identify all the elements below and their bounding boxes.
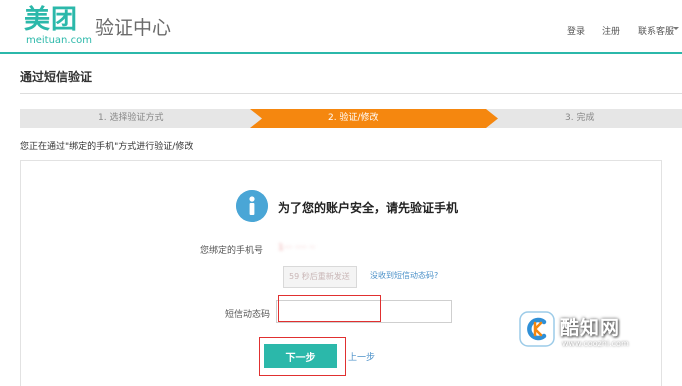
phone-value: 1··· ···· ·· xyxy=(278,243,316,253)
step-3: 3. 完成 xyxy=(565,113,595,123)
step-2: 2. 验证/修改 xyxy=(328,113,379,123)
logo-text: 美团 xyxy=(24,5,79,35)
verify-headline: 为了您的账户安全，请先验证手机 xyxy=(278,201,459,215)
step-1: 1. 选择验证方式 xyxy=(98,113,164,123)
header-title: 验证中心 xyxy=(95,17,172,39)
info-icon xyxy=(236,190,268,222)
chevron-down-icon[interactable] xyxy=(673,27,679,30)
no-sms-link[interactable]: 没收到短信动态码? xyxy=(370,270,438,281)
logo-domain: meituan.com xyxy=(26,35,92,46)
sms-code-label: 短信动态码 xyxy=(225,310,271,320)
highlight-box xyxy=(259,337,346,376)
login-link[interactable]: 登录 xyxy=(567,24,585,37)
step-progress: 1. 选择验证方式 2. 验证/修改 3. 完成 xyxy=(20,109,682,128)
resend-code-button[interactable]: 59 秒后重新发送 xyxy=(283,266,357,288)
page-title: 通过短信验证 xyxy=(20,70,93,84)
watermark-url: www.coozhi.com xyxy=(562,339,629,348)
phone-label: 您绑定的手机号 xyxy=(200,246,264,256)
site-header: 美团 meituan.com 验证中心 登录 注册 联系客服 xyxy=(0,0,682,54)
previous-link[interactable]: 上一步 xyxy=(348,350,375,363)
watermark-logo-icon xyxy=(519,311,555,347)
meituan-logo[interactable]: 美团 meituan.com xyxy=(24,5,94,46)
contact-service-menu[interactable]: 联系客服 xyxy=(638,24,674,37)
resend-countdown: 59 秒后重新发送 xyxy=(289,272,350,281)
watermark-name: 酷知网 xyxy=(560,317,621,339)
verification-method-note: 您正在通过"绑定的手机"方式进行验证/修改 xyxy=(20,142,194,152)
register-link[interactable]: 注册 xyxy=(602,24,620,37)
divider xyxy=(20,93,682,94)
highlight-box xyxy=(278,295,381,322)
